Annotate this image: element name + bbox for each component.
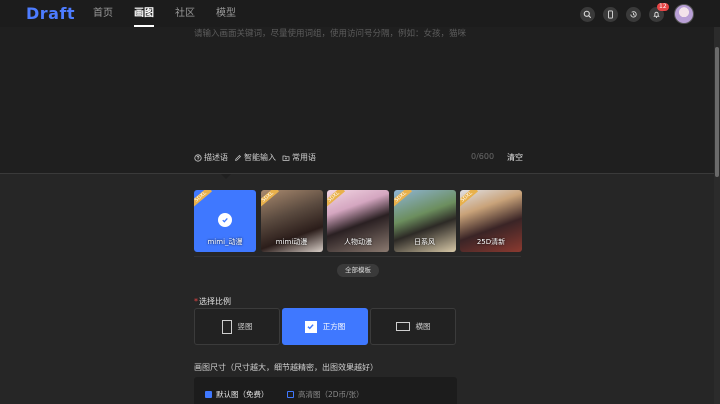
describe-tool-button[interactable]: 描述语 (194, 152, 228, 163)
template-list: SDXL mimi_动漫 SDXL mimi动漫 SDXL 人物动漫 SDXL … (194, 190, 527, 252)
size-option-hd[interactable]: 高清图（2D币/张） (287, 389, 364, 400)
help-circle-icon (194, 153, 202, 162)
size-option-default[interactable]: 默认图（免费） (205, 389, 269, 400)
nav-item-community[interactable]: 社区 (175, 0, 195, 27)
size-section-label: 画图尺寸（尺寸越大，细节越精密，出图效果越好） (194, 363, 378, 372)
scrollbar-thumb[interactable] (715, 47, 719, 177)
smart-input-label: 智能输入 (244, 153, 276, 162)
template-name: 人物动漫 (344, 238, 372, 246)
template-tag: SDXL (393, 190, 412, 208)
nav-item-models[interactable]: 模型 (216, 0, 236, 27)
smart-input-button[interactable]: 智能输入 (234, 152, 276, 163)
prompt-input-area[interactable]: 请输入画面关键词，尽量使用词组，使用访问号分隔，例如：女孩，猫咪 描述语 智能输… (0, 27, 714, 179)
notification-button[interactable]: 12 (649, 2, 669, 22)
app-logo[interactable]: Draft (26, 4, 75, 23)
template-card[interactable]: SDXL 人物动漫 (327, 190, 389, 252)
history-icon (630, 10, 637, 17)
template-card[interactable]: SDXL 25D清新 (460, 190, 522, 252)
ratio-option-label: 正方图 (322, 322, 346, 331)
template-card[interactable]: SDXL mimi_动漫 (194, 190, 256, 252)
search-button[interactable] (580, 6, 595, 22)
template-name: 25D清新 (476, 238, 506, 246)
template-name: mimi动漫 (275, 238, 308, 246)
size-options-panel: 默认图（免费） 高清图（2D币/张） (194, 377, 457, 404)
char-counter: 0/600 (471, 152, 495, 161)
ratio-portrait-button[interactable]: 竖图 (194, 308, 280, 345)
history-button[interactable] (626, 6, 641, 22)
required-marker: * (194, 297, 198, 306)
divider (194, 256, 521, 257)
nav-item-draw[interactable]: 画图 (134, 0, 154, 27)
template-name: 日系风 (414, 238, 435, 246)
prompt-tools: 描述语 智能输入 常用语 (194, 152, 322, 163)
template-tag: SDXL (460, 190, 479, 208)
prompt-placeholder: 请输入画面关键词，尽量使用词组，使用访问号分隔，例如：女孩，猫咪 (194, 29, 467, 39)
checkmark-icon (222, 217, 228, 223)
template-name: mimi_动漫 (207, 238, 243, 246)
header-actions: 12 (572, 2, 694, 24)
ratio-label-text: 选择比例 (199, 297, 231, 306)
common-phrases-button[interactable]: 常用语 (282, 152, 316, 163)
selected-check (218, 213, 232, 227)
clear-button[interactable]: 清空 (507, 152, 523, 163)
top-bar: Draft 首页 画图 社区 模型 12 (0, 0, 720, 27)
pencil-icon (235, 154, 241, 161)
template-card[interactable]: SDXL 日系风 (393, 190, 456, 252)
all-templates-button[interactable]: 全部模板 (337, 264, 379, 277)
describe-tool-label: 描述语 (204, 153, 228, 162)
checkmark-icon (307, 324, 314, 330)
common-phrases-label: 常用语 (292, 153, 316, 162)
checkbox-checked[interactable] (205, 391, 212, 398)
landscape-ratio-icon (395, 322, 410, 331)
mobile-button[interactable] (603, 6, 618, 22)
folder-plus-icon (282, 155, 290, 161)
template-card[interactable]: SDXL mimi动漫 (260, 190, 323, 252)
ratio-options: 竖图 正方图 横图 (194, 308, 458, 345)
ratio-section-label: *选择比例 (194, 296, 231, 307)
size-option-label: 默认图（免费） (216, 390, 269, 399)
ratio-option-label: 横图 (415, 322, 431, 331)
notification-badge: 12 (657, 2, 669, 11)
scrollbar[interactable] (714, 27, 720, 404)
phone-icon (608, 9, 613, 19)
nav-item-home[interactable]: 首页 (93, 0, 113, 27)
ratio-option-label: 竖图 (237, 322, 253, 331)
checkbox-unchecked[interactable] (287, 391, 294, 398)
ratio-square-button[interactable]: 正方图 (282, 308, 368, 345)
portrait-ratio-icon (221, 319, 232, 334)
template-tag: SDXL (194, 190, 213, 208)
template-tag: SDXL (327, 190, 346, 208)
search-icon (583, 10, 592, 18)
ratio-landscape-button[interactable]: 横图 (370, 308, 456, 345)
main-nav: 首页 画图 社区 模型 (93, 0, 257, 27)
square-ratio-icon (304, 320, 317, 333)
panel-pointer (221, 174, 231, 179)
size-option-label: 高清图（2D币/张） (298, 390, 364, 399)
template-tag: SDXL (260, 190, 279, 208)
bell-icon (653, 11, 660, 18)
user-avatar[interactable] (674, 4, 694, 24)
